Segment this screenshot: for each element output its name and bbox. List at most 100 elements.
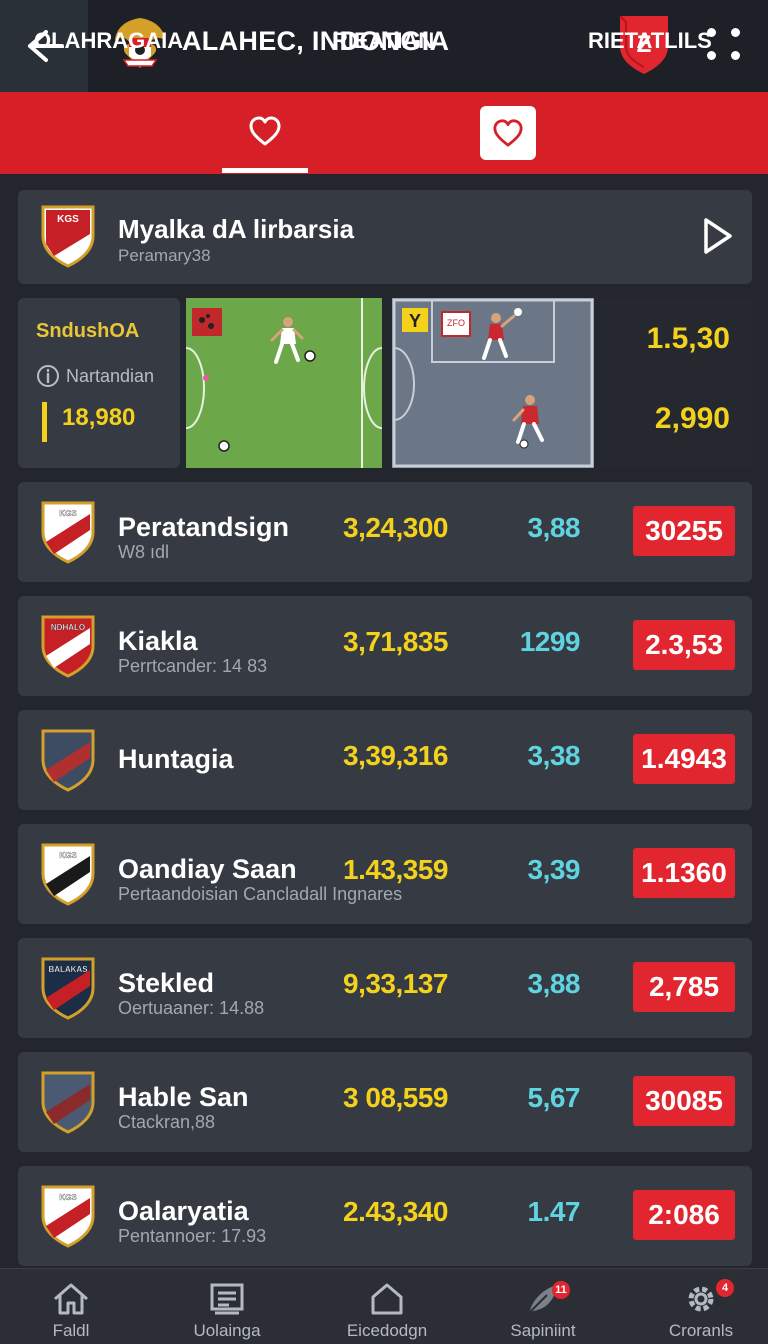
odds-badge[interactable]: 2:086: [633, 1190, 735, 1240]
row-value-primary: 1.43,359: [343, 854, 449, 885]
tab-favorites[interactable]: [222, 92, 308, 170]
nav-label: Faldl: [52, 1321, 90, 1340]
match-count: 18,980: [62, 404, 136, 431]
team-name: Peratandsign: [118, 512, 290, 542]
nav-label: Sapiniint: [510, 1321, 576, 1340]
team-meta: Pertaandoisian Cancladall Ingnares: [118, 884, 403, 904]
crest-label: KGS: [59, 851, 77, 860]
row-value-primary: 2.43,340: [343, 1196, 449, 1227]
team-meta: Ctackran,88: [118, 1112, 216, 1132]
team-name: Stekled: [118, 968, 215, 998]
row-value-secondary: 3,38: [527, 740, 581, 771]
team-crest-icon: KGS: [41, 843, 95, 906]
row-value-primary: 3,71,835: [343, 626, 449, 657]
team-crest-icon: NDHALO: [41, 615, 95, 678]
pitch-sign: Y: [409, 311, 421, 331]
tab-bar: [0, 92, 768, 174]
row-value-primary: 3 08,559: [343, 1082, 449, 1113]
nav-item-sapiniint[interactable]: 11 Sapiniint: [468, 1269, 618, 1344]
crest-label: BALAKAS: [48, 965, 88, 974]
match-row[interactable]: Huntagia 3,39,316 3,38 1.4943: [18, 710, 752, 810]
play-icon[interactable]: [700, 216, 736, 256]
row-value-secondary: 1299: [519, 626, 581, 657]
team-crest-icon: [41, 729, 95, 792]
row-value-secondary: 3,39: [527, 854, 581, 885]
nav-label: Eicedodgn: [346, 1321, 428, 1340]
team-crest-icon: KGS: [41, 205, 95, 268]
odds-badge[interactable]: 1.4943: [633, 734, 735, 784]
odds-value[interactable]: 1.5,30: [647, 322, 730, 356]
match-info-panel[interactable]: SndushOA Nartandian 18,980: [18, 298, 180, 468]
row-value-secondary: 1.47: [527, 1196, 581, 1227]
odds-badge[interactable]: 2,785: [633, 962, 735, 1012]
team-meta: W8 ıdl: [118, 542, 170, 562]
team-crest-icon: KGS: [41, 1185, 95, 1248]
nav-item-eicedodgn[interactable]: Eicedodgn: [312, 1269, 462, 1344]
crest-label: NDHALO: [51, 623, 85, 632]
row-value-primary: 9,33,137: [343, 968, 449, 999]
team-name: Hable San: [118, 1082, 249, 1112]
crest-label: KGS: [59, 1193, 77, 1202]
dot-icon: [731, 28, 740, 37]
team-name: Huntagia: [118, 744, 234, 774]
odds-value[interactable]: 2,990: [655, 402, 730, 436]
odds-badge[interactable]: 1.1360: [633, 848, 735, 898]
tab-rieatian[interactable]: RIEATIAN: [332, 0, 434, 82]
match-row[interactable]: NDHALO Kiakla Perrtcander: 14 83 3,71,83…: [18, 596, 752, 696]
odds-column: 1.5,30 2,990: [600, 298, 752, 468]
heart-icon: [493, 119, 523, 147]
crest-label: KGS: [57, 214, 79, 225]
team-crest-icon: KGS: [41, 501, 95, 564]
team-meta: Oertuaaner: 14.88: [118, 998, 265, 1018]
league-name: SndushOA: [36, 320, 140, 342]
nav-label: Uolainga: [193, 1321, 261, 1340]
featured-subtitle: Peramary38: [118, 246, 211, 265]
indicator-bar: [42, 402, 47, 442]
team-meta: Pentannoer: 17.93: [118, 1226, 267, 1246]
tab-olahragaia[interactable]: OLAHRAGAIA: [34, 0, 183, 82]
notification-badge: 4: [716, 1279, 734, 1297]
match-row[interactable]: BALAKAS Stekled Oertuaaner: 14.88 9,33,1…: [18, 938, 752, 1038]
row-value-primary: 3,24,300: [343, 512, 449, 543]
nav-label: Croranls: [668, 1321, 734, 1340]
team-meta: Perrtcander: 14 83: [118, 656, 268, 676]
odds-badge[interactable]: 30255: [633, 506, 735, 556]
info-circle-icon: [37, 365, 59, 387]
team-crest-icon: [41, 1071, 95, 1134]
pitch-image-right: Y ZFO: [392, 298, 594, 468]
match-row[interactable]: KGS Peratandsign W8 ıdl 3,24,300 3,88 30…: [18, 482, 752, 582]
row-value-secondary: 3,88: [527, 968, 581, 999]
match-row[interactable]: KGS Oalaryatia Pentannoer: 17.93 2.43,34…: [18, 1166, 752, 1266]
team-name: Oandiay Saan: [118, 854, 297, 884]
featured-title: Myalka dA lirbarsia: [118, 214, 355, 244]
dot-icon: [731, 51, 740, 60]
bottom-navigation: Faldl Uolainga Eicedodgn 11 Sapiniint 4 …: [0, 1268, 768, 1344]
nav-item-croranls[interactable]: 4 Croranls: [626, 1269, 768, 1344]
odds-badge[interactable]: 30085: [633, 1076, 735, 1126]
pitch-label: ZFO: [447, 318, 465, 328]
team-name: Kiakla: [118, 626, 198, 656]
team-name: Oalaryatia: [118, 1196, 249, 1226]
crest-label: KGS: [59, 509, 77, 518]
odds-badge[interactable]: 2.3,53: [633, 620, 735, 670]
nav-item-uolainga[interactable]: Uolainga: [152, 1269, 302, 1344]
list-icon: [210, 1283, 244, 1315]
row-value-primary: 3,39,316: [343, 740, 449, 771]
house-outline-icon: [371, 1283, 403, 1315]
active-tab-indicator: [222, 168, 308, 173]
nav-item-faldl[interactable]: Faldl: [0, 1269, 146, 1344]
tab-rietatlils[interactable]: RIETATLILS: [588, 0, 712, 82]
row-value-secondary: 5,67: [527, 1082, 581, 1113]
venue-row: Nartandian: [36, 364, 154, 388]
row-value-secondary: 3,88: [527, 512, 581, 543]
notification-badge: 11: [552, 1281, 570, 1299]
team-crest-icon: BALAKAS: [41, 957, 95, 1020]
pitch-image-left: [186, 298, 382, 468]
gear-icon: [688, 1286, 714, 1312]
favorite-toggle-button[interactable]: [480, 106, 536, 160]
match-row[interactable]: Hable San Ctackran,88 3 08,559 5,67 3008…: [18, 1052, 752, 1152]
featured-match-card[interactable]: KGS Myalka dA lirbarsia Peramary38: [18, 190, 752, 284]
heart-outline-icon: [249, 116, 281, 146]
match-row[interactable]: KGS Oandiay Saan Pertaandoisian Canclada…: [18, 824, 752, 924]
home-icon: [54, 1283, 88, 1315]
